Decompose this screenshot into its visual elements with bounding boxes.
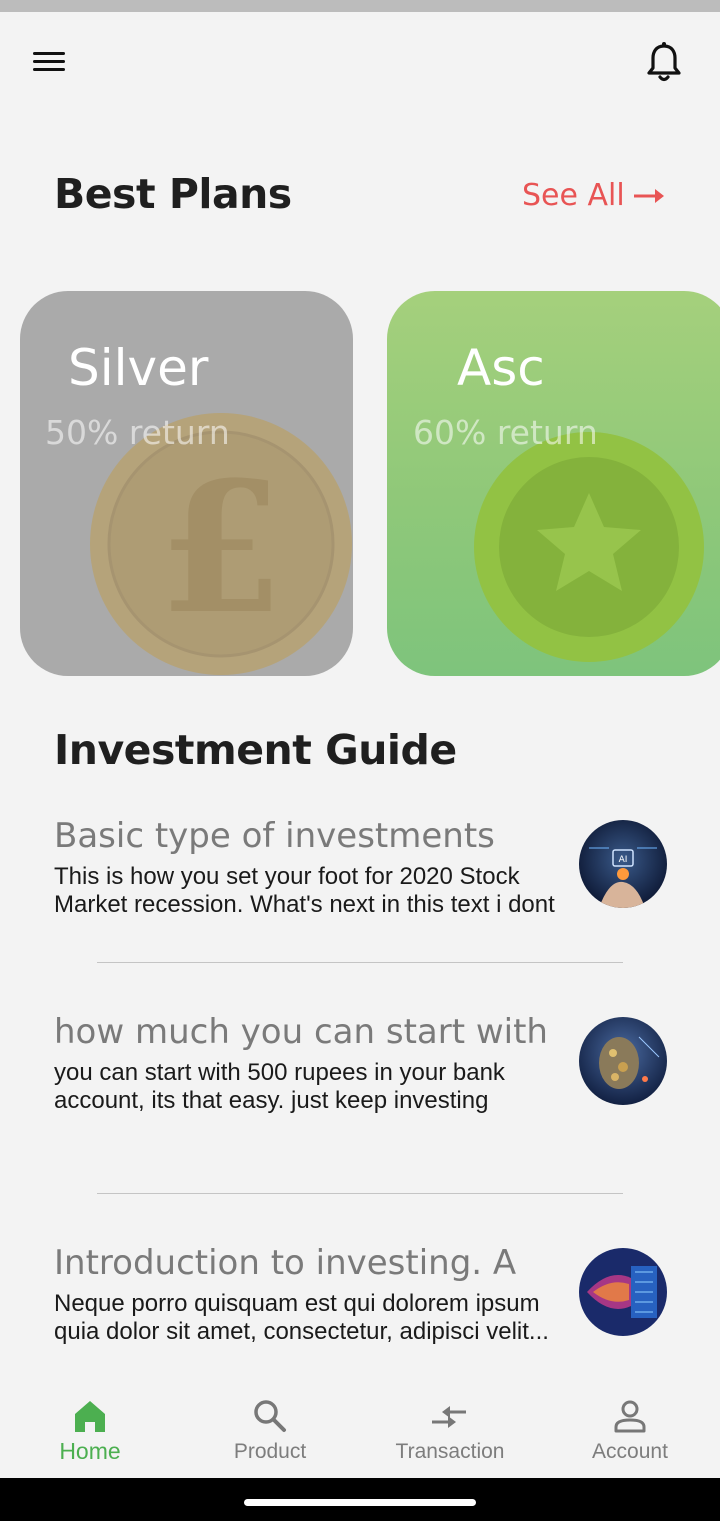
bell-icon[interactable] (644, 40, 684, 84)
plan-name: Asc (457, 339, 545, 397)
home-gesture-bar[interactable] (244, 1499, 476, 1506)
guide-heading: how much you can start with (54, 1012, 548, 1052)
top-app-bar (0, 12, 720, 112)
guide-description: This is how you set your foot for 2020 S… (54, 863, 555, 918)
see-all-link[interactable]: See All (522, 178, 665, 213)
guide-description: Neque porro quisquam est qui dolorem ips… (54, 1290, 549, 1345)
best-plans-title: Best Plans (54, 170, 292, 218)
guide-item[interactable]: how much you can start with you can star… (0, 1008, 720, 1118)
guide-item[interactable]: Basic type of investments This is how yo… (0, 812, 720, 922)
plan-card-asc[interactable]: Asc 60% return (387, 291, 720, 676)
guide-description: you can start with 500 rupees in your ba… (54, 1059, 505, 1114)
guide-item[interactable]: Introduction to investing. A Neque porro… (0, 1239, 720, 1349)
divider (97, 962, 623, 963)
investment-guide-title: Investment Guide (54, 726, 457, 774)
hamburger-menu-icon[interactable] (28, 44, 70, 78)
guide-heading: Introduction to investing. A (54, 1243, 517, 1283)
home-icon (75, 1401, 105, 1432)
divider (97, 1193, 623, 1194)
star-coin-icon (474, 432, 704, 662)
plan-name: Silver (68, 339, 209, 397)
plan-return: 50% return (45, 413, 230, 452)
svg-text:£: £ (158, 443, 283, 654)
digital-face-thumbnail (579, 1248, 667, 1336)
nav-label: Account (592, 1440, 668, 1463)
search-icon (254, 1400, 286, 1432)
nav-product[interactable]: Product (180, 1380, 360, 1478)
person-icon (614, 1400, 646, 1433)
arrow-right-icon (633, 188, 664, 203)
svg-text:AI: AI (619, 855, 628, 865)
see-all-label: See All (522, 178, 625, 213)
nav-label: Product (233, 1440, 307, 1463)
robot-head-thumbnail (579, 1017, 667, 1105)
plan-return: 60% return (413, 413, 598, 452)
nav-label: Home (59, 1438, 121, 1464)
status-bar (0, 0, 720, 12)
bottom-navigation: Home Product Transaction Account (0, 1380, 720, 1478)
nav-home[interactable]: Home (0, 1380, 180, 1478)
ai-hand-thumbnail: AI (579, 820, 667, 908)
nav-account[interactable]: Account (540, 1380, 720, 1478)
transfer-arrows-icon (432, 1406, 466, 1428)
plan-card-silver[interactable]: £ Silver 50% return (20, 291, 353, 676)
nav-label: Transaction (395, 1440, 505, 1463)
nav-transaction[interactable]: Transaction (360, 1380, 540, 1478)
guide-heading: Basic type of investments (54, 816, 495, 856)
